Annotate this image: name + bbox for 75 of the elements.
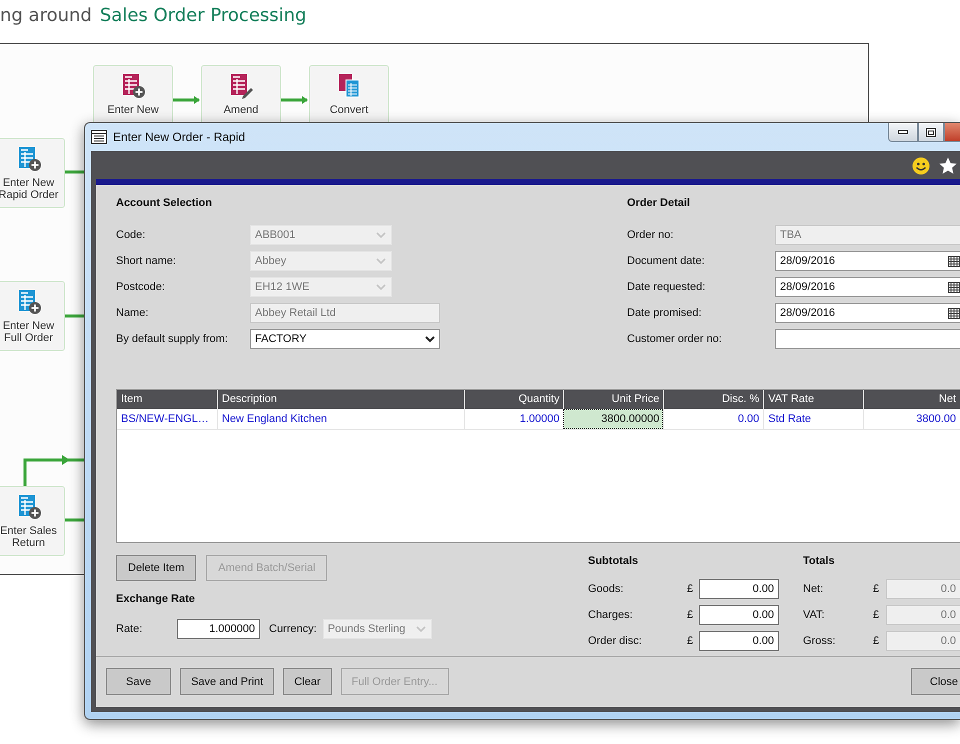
calendar-icon xyxy=(948,282,960,292)
column-header[interactable]: Item xyxy=(117,390,217,409)
text-field[interactable] xyxy=(775,329,960,349)
column-header[interactable]: Net xyxy=(863,390,960,409)
field-label: Goods: xyxy=(588,583,624,595)
table-cell[interactable]: New England Kitchen xyxy=(216,409,464,429)
currency-symbol: £ xyxy=(873,583,880,595)
currency-symbol: £ xyxy=(873,609,880,621)
amount-field[interactable]: 0.00 xyxy=(699,631,779,651)
minimize-button[interactable] xyxy=(888,123,918,142)
field-label: Customer order no: xyxy=(627,333,723,345)
section-heading: Subtotals xyxy=(588,555,640,569)
dropdown-field[interactable]: FACTORY xyxy=(250,329,440,349)
currency-symbol: £ xyxy=(687,635,694,647)
field-label: By default supply from: xyxy=(116,333,228,345)
calendar-icon xyxy=(948,308,960,318)
field-label: Order no: xyxy=(627,229,674,241)
maximize-icon xyxy=(926,128,936,136)
table-cell[interactable]: 3800.00 xyxy=(863,409,960,429)
field-label: Rate: xyxy=(116,623,144,635)
process-node[interactable]: Enter New Full Order xyxy=(0,281,65,351)
documents-icon xyxy=(336,73,362,99)
date-field[interactable]: 28/09/2016 xyxy=(775,251,960,271)
section-heading: Order Detail xyxy=(627,197,691,211)
date-field[interactable]: 28/09/2016 xyxy=(775,303,960,323)
field-label: Document date: xyxy=(627,255,706,267)
footer-button[interactable]: Save xyxy=(106,668,172,695)
close-button[interactable]: Close xyxy=(910,668,960,695)
page-heading-prefix: ng around xyxy=(0,5,92,26)
delete-item-button[interactable]: Delete Item xyxy=(116,555,196,581)
footer-button[interactable]: Save and Print xyxy=(180,668,274,695)
process-node[interactable]: Enter Sales Return xyxy=(0,486,65,556)
window-icon xyxy=(91,130,107,144)
currency-symbol: £ xyxy=(687,609,694,621)
field-label: Date promised: xyxy=(627,307,703,319)
column-header[interactable]: Description xyxy=(216,390,464,409)
currency-symbol: £ xyxy=(873,635,880,647)
field-label: Charges: xyxy=(588,609,634,621)
field-label: Code: xyxy=(116,229,146,241)
maximize-button[interactable] xyxy=(918,123,944,142)
field-label: Gross: xyxy=(803,635,836,647)
flow-arrow xyxy=(173,96,200,104)
calendar-icon xyxy=(948,256,960,266)
column-header[interactable]: VAT Rate xyxy=(763,390,864,409)
field-label: Postcode: xyxy=(116,281,165,293)
flow-arrow xyxy=(281,96,308,104)
document-plus-icon xyxy=(120,73,146,99)
rate-field[interactable]: 1.000000 xyxy=(177,619,260,639)
section-heading: Account Selection xyxy=(116,197,213,211)
column-header[interactable]: Quantity xyxy=(464,390,564,409)
field-label: Net: xyxy=(803,583,824,595)
minimize-icon xyxy=(898,130,908,134)
star-icon[interactable] xyxy=(939,157,957,175)
field-label: Short name: xyxy=(116,255,176,267)
amount-field[interactable]: 0.00 xyxy=(699,605,779,625)
chevron-down-icon xyxy=(425,336,435,342)
section-heading: Exchange Rate xyxy=(116,593,196,607)
currency-symbol: £ xyxy=(687,583,694,595)
section-heading: Totals xyxy=(803,555,836,569)
table-cell[interactable]: 0.00 xyxy=(663,409,764,429)
column-header[interactable]: Disc. % xyxy=(663,390,764,409)
footer-button[interactable]: Clear xyxy=(283,668,332,695)
table-cell[interactable]: 3800.00000 xyxy=(563,409,664,429)
document-pencil-icon xyxy=(228,73,254,99)
table-cell[interactable]: BS/NEW-ENGL… xyxy=(117,409,217,429)
page-heading: Sales Order Processing xyxy=(100,5,306,26)
smiley-icon[interactable] xyxy=(912,157,930,175)
amount-field[interactable]: 0.00 xyxy=(699,579,779,599)
date-field[interactable]: 28/09/2016 xyxy=(775,277,960,297)
field-label: VAT: xyxy=(803,609,826,621)
field-label: Currency: xyxy=(269,623,317,635)
field-label: Name: xyxy=(116,307,148,319)
field-label: Order disc: xyxy=(588,635,643,647)
table-cell[interactable]: Std Rate xyxy=(763,409,864,429)
field-label: Date requested: xyxy=(627,281,706,293)
